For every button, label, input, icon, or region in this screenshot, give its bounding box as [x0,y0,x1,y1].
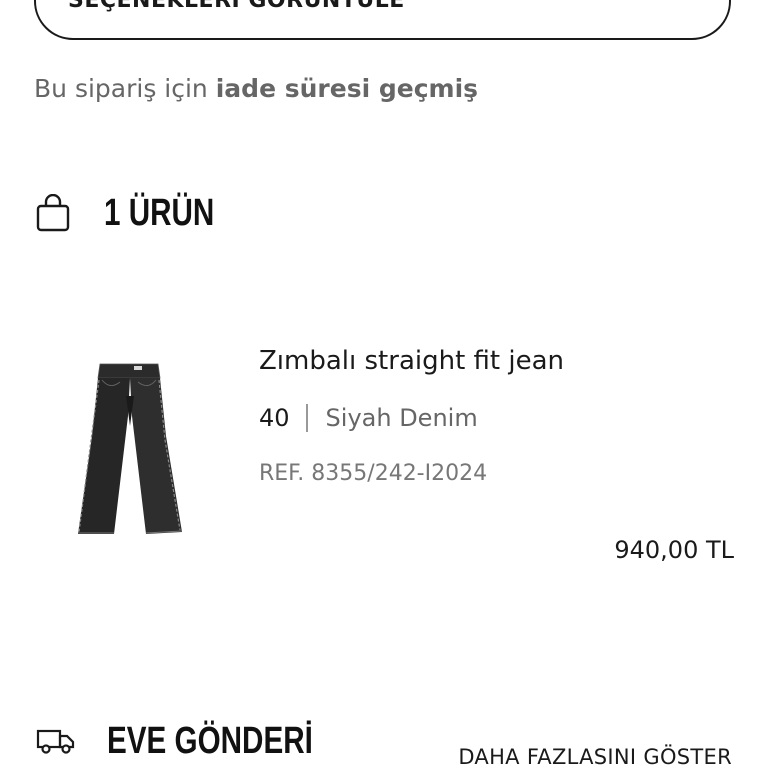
items-count-title: 1 ÜRÜN [104,191,215,234]
delivery-title: EVE GÖNDERİ [107,719,313,762]
product-price: 940,00 TL [614,536,734,564]
product-variant: 40 Siyah Denim [259,404,478,432]
product-reference: REF. 8355/242-I2024 [259,461,488,486]
product-size: 40 [259,404,290,432]
delivery-section-header: EVE GÖNDERİ [36,716,371,766]
view-options-button[interactable]: SEÇENEKLERİ GÖRÜNTÜLE [34,0,731,40]
variant-divider [305,404,308,432]
return-note-emphasis: iade süresi geçmiş [215,74,479,103]
product-color: Siyah Denim [325,404,478,432]
black-straight-jeans-image[interactable] [70,356,190,546]
order-detail-page: SEÇENEKLERİ GÖRÜNTÜLE Bu sipariş için ia… [0,0,768,768]
return-expired-note: Bu sipariş için iade süresi geçmiş [34,74,478,103]
delivery-truck-icon [36,729,75,754]
shopping-bag-icon [36,194,70,232]
view-options-label: SEÇENEKLERİ GÖRÜNTÜLE [68,0,405,13]
return-note-prefix: Bu sipariş için [34,74,216,103]
product-name[interactable]: Zımbalı straight fit jean [259,346,564,376]
items-section-header: 1 ÜRÜN [36,188,245,238]
show-more-link[interactable]: DAHA FAZLASINI GÖSTER [458,745,732,768]
